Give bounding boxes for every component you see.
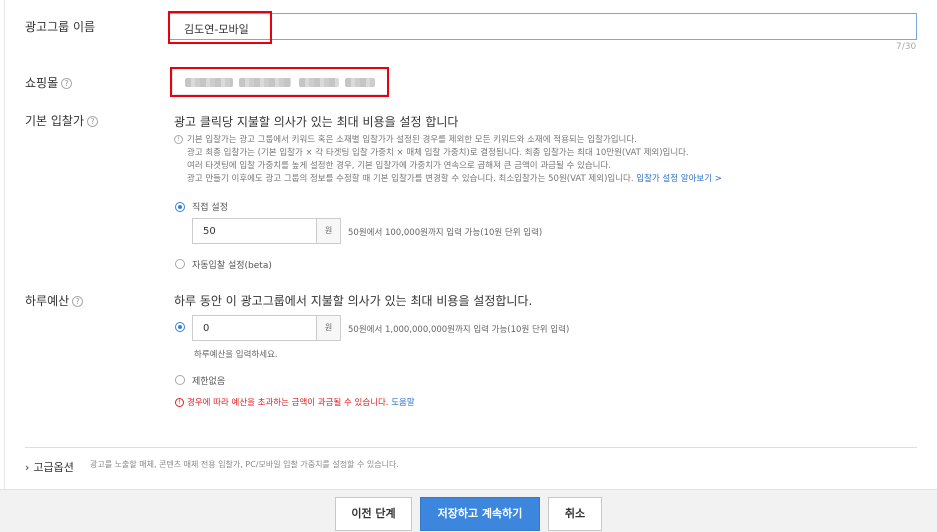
chevron-right-icon: ›: [25, 461, 30, 474]
radio-unlimited-budget-label: 제한없음: [192, 377, 226, 387]
ad-group-name-counter: 7/30: [896, 42, 917, 52]
radio-auto-bid[interactable]: [175, 259, 185, 269]
default-bid-input[interactable]: 50: [192, 218, 317, 244]
help-icon[interactable]: ?: [61, 78, 73, 89]
cancel-button[interactable]: 취소: [548, 497, 602, 531]
prev-step-button[interactable]: 이전 단계: [335, 497, 412, 531]
radio-auto-bid-label: 자동입찰 설정(beta): [192, 261, 272, 271]
default-bid-headline: 광고 클릭당 지불할 의사가 있는 최대 비용을 설정 합니다: [174, 115, 459, 129]
daily-budget-sub-hint: 하루예산을 입력하세요.: [194, 350, 278, 360]
advanced-options-toggle[interactable]: › 고급옵션: [25, 456, 74, 475]
ad-group-name-input[interactable]: 김도연-모바일: [168, 13, 917, 40]
default-bid-hint: 50원에서 100,000원까지 입력 가능(10원 단위 입력): [348, 228, 543, 238]
bid-guide-link[interactable]: 입찰가 설정 알아보기 >: [636, 174, 722, 184]
shopping-mall-label: 쇼핑몰?: [25, 74, 73, 91]
section-divider: [25, 447, 917, 448]
info-line: ! 기본 입찰가는 광고 그룹에서 키워드 혹은 소재별 입찰가가 설정된 경우를…: [174, 134, 914, 147]
info-icon: !: [174, 135, 183, 144]
daily-budget-hint: 50원에서 1,000,000,000원까지 입력 가능(10원 단위 입력): [348, 325, 570, 335]
daily-budget-headline: 하루 동안 이 광고그룹에서 지불할 의사가 있는 최대 비용을 설정합니다.: [174, 294, 533, 308]
budget-help-link[interactable]: 도움말: [391, 398, 414, 408]
default-bid-value: 50: [203, 226, 216, 237]
save-continue-button[interactable]: 저장하고 계속하기: [420, 497, 540, 531]
daily-budget-unit: 원: [316, 315, 341, 341]
default-bid-unit: 원: [316, 218, 341, 244]
daily-budget-input[interactable]: 0: [192, 315, 317, 341]
radio-unlimited-budget[interactable]: [175, 375, 185, 385]
radio-daily-budget[interactable]: [175, 322, 185, 332]
radio-manual-bid-label: 직접 설정: [192, 203, 228, 213]
help-icon[interactable]: ?: [72, 296, 84, 307]
default-bid-label: 기본 입찰가?: [25, 112, 99, 129]
shopping-mall-highlight: [170, 67, 389, 97]
daily-budget-label: 하루예산?: [25, 292, 84, 309]
advanced-options-label: 고급옵션: [33, 461, 74, 474]
radio-manual-bid[interactable]: [175, 202, 185, 212]
default-bid-info: ! 기본 입찰가는 광고 그룹에서 키워드 혹은 소재별 입찰가가 설정된 경우를…: [174, 134, 914, 186]
ad-group-name-highlight: [168, 11, 272, 44]
advanced-options-description: 광고를 노출할 매체, 콘텐츠 매체 전용 입찰가, PC/모바일 입찰 가중치…: [90, 460, 399, 469]
warning-icon: !: [175, 398, 184, 407]
daily-budget-value: 0: [203, 323, 210, 334]
content-left-border: [4, 0, 5, 489]
info-line: 여러 타겟팅에 입찰 가중치를 높게 설정한 경우, 기본 입찰가에 가중치가 …: [187, 161, 611, 171]
ad-group-name-label: 광고그룹 이름: [25, 20, 96, 34]
info-line: 광고 최종 입찰가는 (기본 입찰가 × 각 타겟팅 입찰 가중치 × 매체 입…: [187, 148, 689, 158]
budget-warning: ! 경우에 따라 예산을 초과하는 금액이 과금될 수 있습니다. 도움말: [175, 396, 415, 408]
help-icon[interactable]: ?: [87, 116, 99, 127]
info-line: 광고 만들기 이후에도 광고 그룹의 정보를 수정할 때 기본 입찰가를 변경할…: [187, 174, 722, 184]
